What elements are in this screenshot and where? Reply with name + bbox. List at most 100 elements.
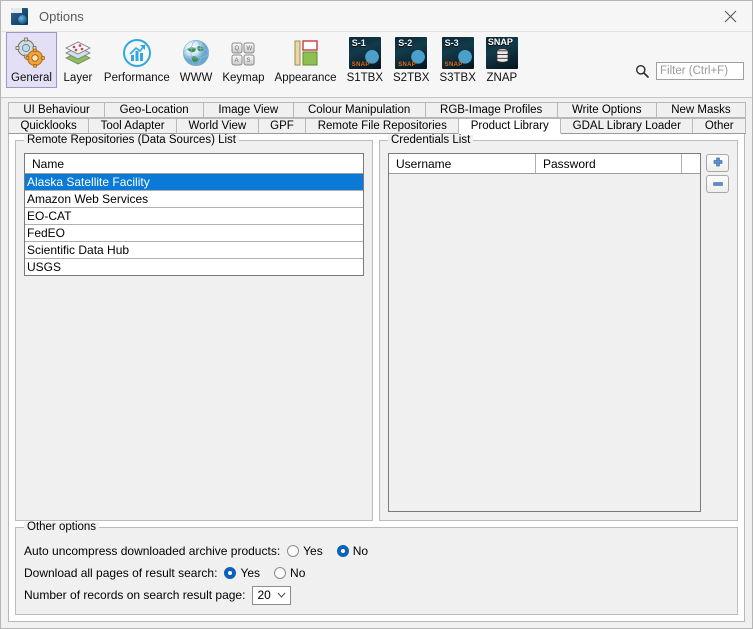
credentials-column-password[interactable]: Password bbox=[536, 154, 682, 173]
window-title: Options bbox=[39, 8, 84, 24]
performance-icon bbox=[121, 37, 153, 69]
minus-icon bbox=[712, 182, 723, 186]
credentials-column-spacer bbox=[682, 154, 700, 173]
category-label: Layer bbox=[63, 72, 93, 84]
credentials-rows-empty[interactable] bbox=[389, 174, 700, 511]
add-credential-button[interactable] bbox=[706, 154, 729, 172]
globe-icon bbox=[180, 37, 212, 69]
tab-row-1: UI Behaviour Geo-Location Image View Col… bbox=[8, 102, 747, 118]
filter-input[interactable] bbox=[656, 62, 744, 80]
tab-tool-adapter[interactable]: Tool Adapter bbox=[88, 118, 178, 134]
tab-geo-location[interactable]: Geo-Location bbox=[104, 102, 204, 118]
sentinel2-icon: S-2 SNAP bbox=[395, 37, 428, 69]
radio-label: No bbox=[290, 566, 306, 580]
category-keymap[interactable]: Q W A S Keymap bbox=[217, 32, 269, 88]
sentinel3-icon: S-3 SNAP bbox=[441, 37, 474, 69]
radio-dot bbox=[287, 545, 300, 557]
tab-strip: UI Behaviour Geo-Location Image View Col… bbox=[1, 98, 752, 134]
option-download-all-pages: Download all pages of result search: Yes… bbox=[24, 562, 729, 584]
repo-empty-space bbox=[24, 276, 364, 512]
category-www[interactable]: WWW bbox=[175, 32, 218, 88]
credentials-title: Credentials List bbox=[388, 134, 474, 146]
tab-new-masks[interactable]: New Masks bbox=[655, 102, 747, 118]
tab-product-library[interactable]: Product Library bbox=[458, 118, 562, 134]
svg-text:S: S bbox=[247, 58, 251, 64]
tab-other[interactable]: Other bbox=[692, 118, 747, 134]
radio-dot bbox=[274, 567, 287, 579]
auto-uncompress-yes-radio[interactable]: Yes bbox=[287, 544, 323, 558]
close-icon[interactable] bbox=[708, 1, 752, 31]
category-label: S1TBX bbox=[346, 72, 383, 84]
sentinel1-tag: S-1 bbox=[351, 38, 366, 48]
records-per-page-select[interactable]: 20 bbox=[252, 585, 292, 605]
credentials-column-username[interactable]: Username bbox=[389, 154, 536, 173]
tab-remote-file-repositories[interactable]: Remote File Repositories bbox=[305, 118, 460, 134]
snap-watermark: SNAP bbox=[351, 62, 370, 68]
table-row[interactable]: Amazon Web Services bbox=[25, 191, 363, 208]
sentinel2-tag: S-2 bbox=[398, 38, 413, 48]
tab-colour-manipulation[interactable]: Colour Manipulation bbox=[292, 102, 426, 118]
repo-column-header-name: Name bbox=[25, 154, 363, 174]
option-auto-uncompress: Auto uncompress downloaded archive produ… bbox=[24, 540, 729, 562]
product-library-panel: Remote Repositories (Data Sources) List … bbox=[8, 134, 745, 622]
database-icon bbox=[496, 48, 509, 63]
tab-quicklooks[interactable]: Quicklooks bbox=[8, 118, 90, 134]
table-row[interactable]: EO-CAT bbox=[25, 208, 363, 225]
tab-image-view[interactable]: Image View bbox=[203, 102, 294, 118]
category-s2tbx[interactable]: S-2 SNAP S2TBX bbox=[388, 32, 434, 88]
credentials-table[interactable]: Username Password bbox=[388, 153, 701, 512]
snap-watermark: SNAP bbox=[398, 62, 417, 68]
znap-icon: SNAP bbox=[485, 37, 518, 69]
credentials-header-row: Username Password bbox=[389, 154, 700, 174]
category-s3tbx[interactable]: S-3 SNAP S3TBX bbox=[434, 32, 480, 88]
category-performance[interactable]: Performance bbox=[99, 32, 175, 88]
category-appearance[interactable]: Appearance bbox=[270, 32, 342, 88]
remote-repositories-table[interactable]: Name Alaska Satellite Facility Amazon We… bbox=[24, 153, 364, 276]
category-label: S2TBX bbox=[393, 72, 430, 84]
radio-label: Yes bbox=[303, 544, 323, 558]
download-all-pages-yes-radio[interactable]: Yes bbox=[224, 566, 260, 580]
table-row[interactable]: USGS bbox=[25, 259, 363, 275]
tab-ui-behaviour[interactable]: UI Behaviour bbox=[8, 102, 106, 118]
category-znap[interactable]: SNAP ZNAP bbox=[481, 32, 523, 88]
snap-watermark: SNAP bbox=[444, 62, 463, 68]
other-options-group: Other options Auto uncompress downloaded… bbox=[15, 521, 738, 615]
option-label: Download all pages of result search: bbox=[24, 566, 218, 580]
layers-icon bbox=[62, 37, 94, 69]
tab-rgb-image-profiles[interactable]: RGB-Image Profiles bbox=[424, 102, 558, 118]
filter-area bbox=[635, 62, 744, 80]
category-label: General bbox=[11, 72, 52, 84]
option-label: Auto uncompress downloaded archive produ… bbox=[24, 544, 281, 558]
table-row[interactable]: Alaska Satellite Facility bbox=[25, 174, 363, 191]
tab-world-view[interactable]: World View bbox=[176, 118, 259, 134]
sentinel1-icon: S-1 SNAP bbox=[348, 37, 381, 69]
plus-icon bbox=[713, 157, 722, 167]
option-records-per-page: Number of records on search result page:… bbox=[24, 584, 729, 606]
sentinel3-tag: S-3 bbox=[444, 38, 459, 48]
svg-text:A: A bbox=[235, 58, 239, 64]
download-all-pages-no-radio[interactable]: No bbox=[274, 566, 305, 580]
category-label: ZNAP bbox=[486, 72, 518, 84]
tab-write-options[interactable]: Write Options bbox=[556, 102, 657, 118]
search-icon[interactable] bbox=[635, 64, 649, 78]
category-label: S3TBX bbox=[439, 72, 476, 84]
category-label: Performance bbox=[103, 72, 170, 84]
tab-gdal-library-loader[interactable]: GDAL Library Loader bbox=[560, 118, 694, 134]
category-layer[interactable]: Layer bbox=[57, 32, 99, 88]
remove-credential-button[interactable] bbox=[706, 175, 729, 193]
title-bar: Options bbox=[1, 1, 752, 32]
category-general[interactable]: General bbox=[6, 32, 57, 88]
keyboard-icon: Q W A S bbox=[227, 37, 259, 69]
table-row[interactable]: FedEO bbox=[25, 225, 363, 242]
auto-uncompress-no-radio[interactable]: No bbox=[336, 544, 368, 558]
table-row[interactable]: Scientific Data Hub bbox=[25, 242, 363, 259]
panels-row: Remote Repositories (Data Sources) List … bbox=[15, 134, 738, 521]
chevron-down-icon bbox=[278, 592, 286, 598]
credentials-body: Username Password bbox=[388, 153, 729, 512]
category-toolbar: General Layer Performance WWW Q W A S Ke… bbox=[1, 32, 752, 98]
tab-gpf[interactable]: GPF bbox=[257, 118, 307, 134]
other-options-title: Other options bbox=[24, 521, 100, 533]
records-per-page-value: 20 bbox=[257, 588, 271, 602]
category-s1tbx[interactable]: S-1 SNAP S1TBX bbox=[342, 32, 388, 88]
gears-icon bbox=[15, 37, 47, 69]
